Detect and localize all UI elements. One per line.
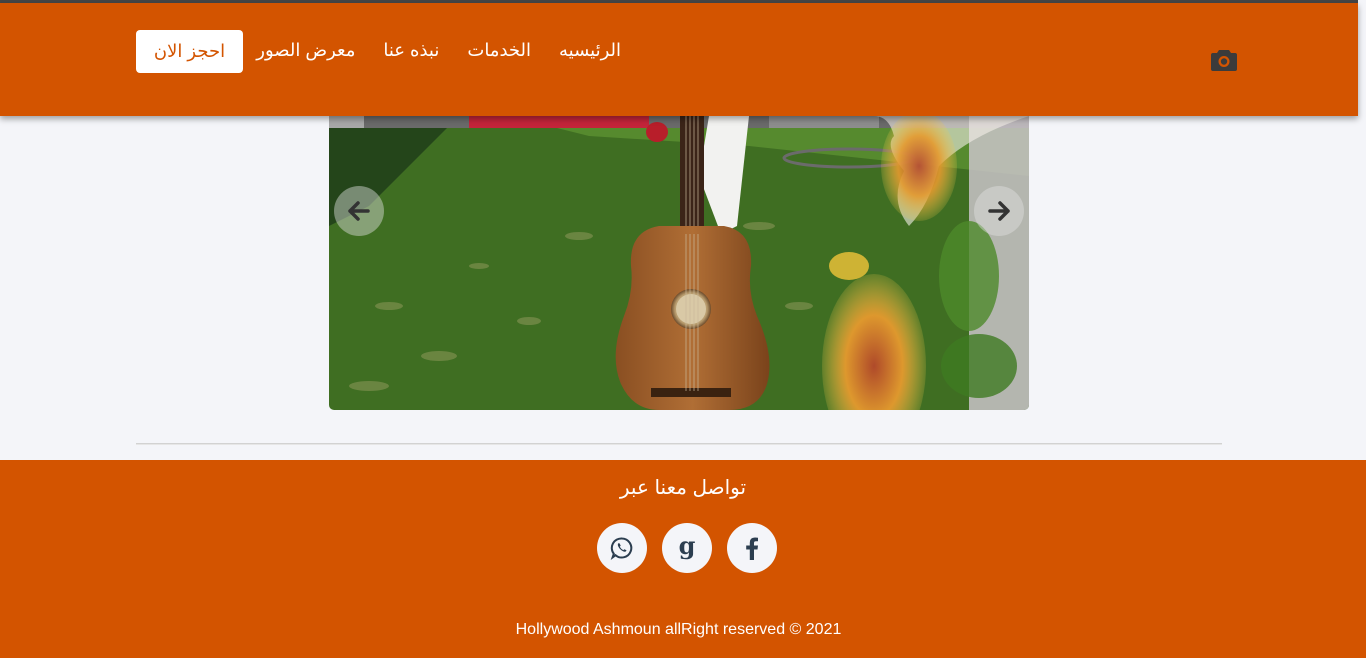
social-links: g (597, 523, 777, 573)
section-divider (136, 443, 1222, 445)
nav-link-gallery[interactable]: معرض الصور (256, 39, 355, 61)
nav-link-services[interactable]: الخدمات (467, 39, 531, 61)
book-now-button[interactable]: احجز الان (136, 30, 243, 73)
google-icon: g (679, 535, 696, 560)
nav-link-home[interactable]: الرئيسيه (559, 39, 621, 61)
camera-icon[interactable] (1210, 48, 1238, 72)
image-carousel (329, 116, 1029, 410)
carousel-slide-image (329, 116, 1029, 410)
navbar: احجز الان الرئيسيه الخدمات نبذه عنا معرض… (0, 3, 1358, 116)
footer: تواصل معنا عبر g Hollywood Ashmoun allRi… (0, 460, 1366, 658)
google-button[interactable]: g (662, 523, 712, 573)
scrollbar-track (1358, 0, 1366, 505)
arrow-right-icon (988, 201, 1010, 221)
arrow-left-icon (348, 201, 370, 221)
facebook-button[interactable] (727, 523, 777, 573)
contact-title: تواصل معنا عبر (619, 477, 747, 499)
facebook-icon (746, 537, 758, 560)
carousel-prev-button[interactable] (334, 186, 384, 236)
copyright-text: Hollywood Ashmoun allRight reserved © 20… (515, 621, 842, 638)
whatsapp-icon (610, 537, 633, 560)
svg-text:g: g (679, 535, 696, 560)
carousel-next-button[interactable] (974, 186, 1024, 236)
whatsapp-button[interactable] (597, 523, 647, 573)
nav-link-about[interactable]: نبذه عنا (383, 39, 439, 61)
scrollbar-edge (1358, 505, 1366, 658)
nav-links: الرئيسيه الخدمات نبذه عنا معرض الصور (256, 39, 621, 61)
